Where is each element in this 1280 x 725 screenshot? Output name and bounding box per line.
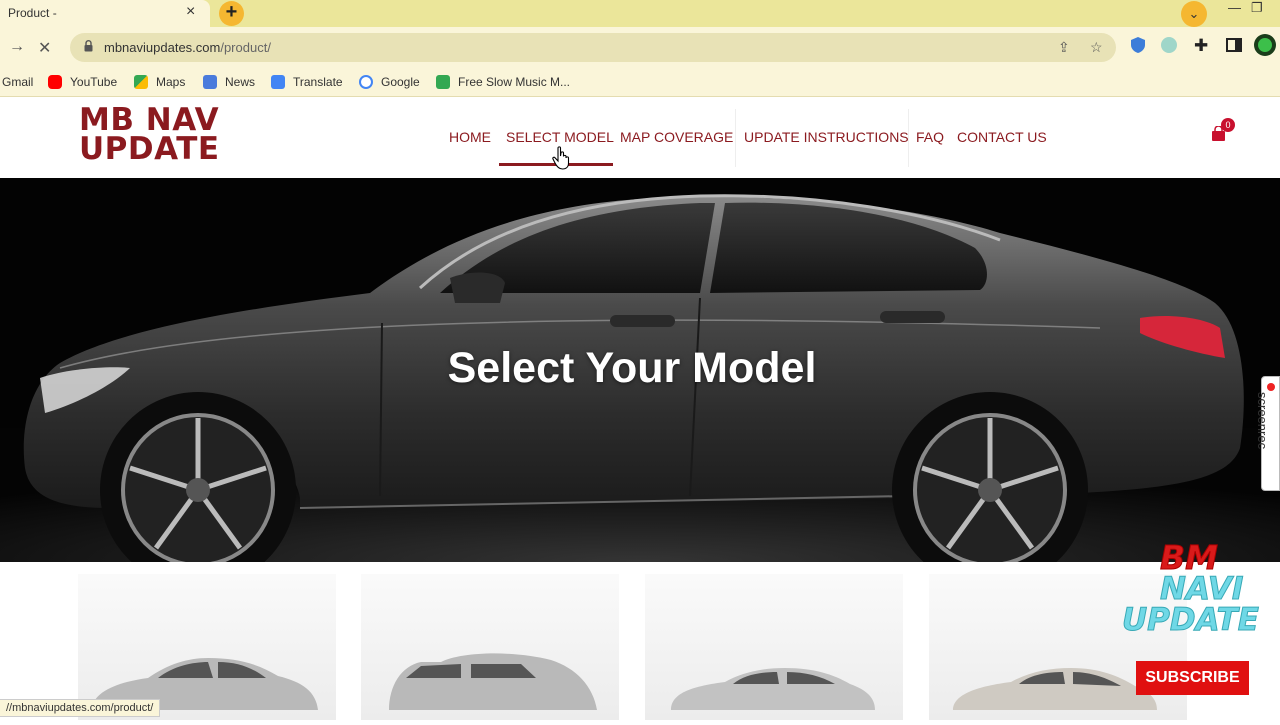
status-bar-url: //mbnaviupdates.com/product/ <box>0 699 161 717</box>
px-icon <box>436 75 450 89</box>
bookmark-label: Gmail <box>2 75 34 89</box>
hero-title: Select Your Model <box>447 344 817 392</box>
nav-faq[interactable]: FAQ <box>916 129 944 145</box>
subscribe-button[interactable]: SUBSCRIBE <box>1136 661 1249 695</box>
lock-icon <box>84 40 93 52</box>
google-icon <box>359 75 373 89</box>
site-logo[interactable]: MB NAV UPDATE <box>79 105 220 167</box>
browser-tab[interactable]: Product - × <box>0 0 210 27</box>
cart-count-badge: 0 <box>1221 118 1235 132</box>
nav-divider <box>908 109 909 167</box>
translate-icon <box>271 75 285 89</box>
watermark-line-3: UPDATE <box>1122 602 1260 638</box>
nav-update-instructions[interactable]: UPDATE INSTRUCTIONS <box>744 129 909 145</box>
bookmark-news[interactable]: News <box>203 75 255 89</box>
bookmark-google[interactable]: Google <box>359 75 420 89</box>
address-bar[interactable]: mbnaviupdates.com/product/ ⇪ ☆ <box>70 33 1116 62</box>
maps-icon <box>134 75 148 89</box>
car-thumbnail <box>671 668 875 710</box>
record-dot-icon <box>1267 383 1275 391</box>
puzzle-icon[interactable]: ✚ <box>1194 36 1208 56</box>
bookmark-free-slow-music[interactable]: Free Slow Music M... <box>436 75 570 89</box>
new-tab-button[interactable]: + <box>219 1 244 26</box>
extension-circle-icon[interactable] <box>1160 36 1178 54</box>
bookmark-gmail[interactable]: Gmail <box>2 75 33 89</box>
hand-cursor-icon <box>552 146 570 170</box>
site-header: MB NAV UPDATE HOME SELECT MODEL MAP COVE… <box>0 98 1280 178</box>
nav-map-coverage[interactable]: MAP COVERAGE <box>620 129 733 145</box>
side-panel-icon[interactable] <box>1225 36 1243 54</box>
stop-loading-icon[interactable]: ✕ <box>38 38 51 58</box>
nav-select-model[interactable]: SELECT MODEL <box>506 129 614 145</box>
hero-banner: Select Your Model <box>0 178 1280 562</box>
profile-avatar[interactable] <box>1254 34 1276 56</box>
restore-icon[interactable]: ❐ <box>1251 0 1263 16</box>
bookmark-label: YouTube <box>70 75 118 89</box>
product-card[interactable] <box>361 574 619 720</box>
url-path: /product/ <box>220 40 271 55</box>
star-icon[interactable]: ☆ <box>1090 39 1103 56</box>
bookmark-label: Translate <box>293 75 343 89</box>
product-grid <box>0 562 1280 720</box>
bookmark-maps[interactable]: Maps <box>134 75 185 89</box>
url-host: mbnaviupdates.com <box>104 40 221 55</box>
nav-divider <box>735 109 736 167</box>
shield-extension-icon[interactable] <box>1129 36 1147 54</box>
tab-strip: Product - × + ⌄ — ❐ <box>0 0 1280 27</box>
car-thumbnail <box>389 653 597 710</box>
logo-line-2: UPDATE <box>79 131 220 167</box>
minimize-icon[interactable]: — <box>1228 0 1241 15</box>
url-text[interactable]: mbnaviupdates.com/product/ <box>104 40 271 55</box>
bookmark-label: Maps <box>156 75 186 89</box>
watermark-logo: NAVI UPDATE <box>1122 571 1260 638</box>
bookmark-label: Free Slow Music M... <box>458 75 571 89</box>
bookmark-youtube[interactable]: YouTube <box>48 75 117 89</box>
tab-close-icon[interactable]: × <box>186 3 195 21</box>
share-icon[interactable]: ⇪ <box>1058 39 1070 56</box>
news-icon <box>203 75 217 89</box>
nav-home[interactable]: HOME <box>449 129 491 145</box>
chevron-down-icon[interactable]: ⌄ <box>1181 1 1207 27</box>
browser-toolbar: → ✕ mbnaviupdates.com/product/ ⇪ ☆ ✚ <box>0 27 1280 69</box>
product-card[interactable] <box>645 574 903 720</box>
bookmark-translate[interactable]: Translate <box>271 75 343 89</box>
bookmarks-bar: Gmail YouTube Maps News Translate Google… <box>0 69 1280 97</box>
screenrec-label: screenrec <box>1255 392 1270 450</box>
bookmark-label: Google <box>381 75 420 89</box>
nav-contact-us[interactable]: CONTACT US <box>957 129 1047 145</box>
youtube-icon <box>48 75 62 89</box>
bookmark-label: News <box>225 75 256 89</box>
tab-title: Product - <box>8 6 57 20</box>
watermark-line-2: NAVI <box>1160 571 1244 607</box>
forward-arrow-icon[interactable]: → <box>9 38 25 56</box>
